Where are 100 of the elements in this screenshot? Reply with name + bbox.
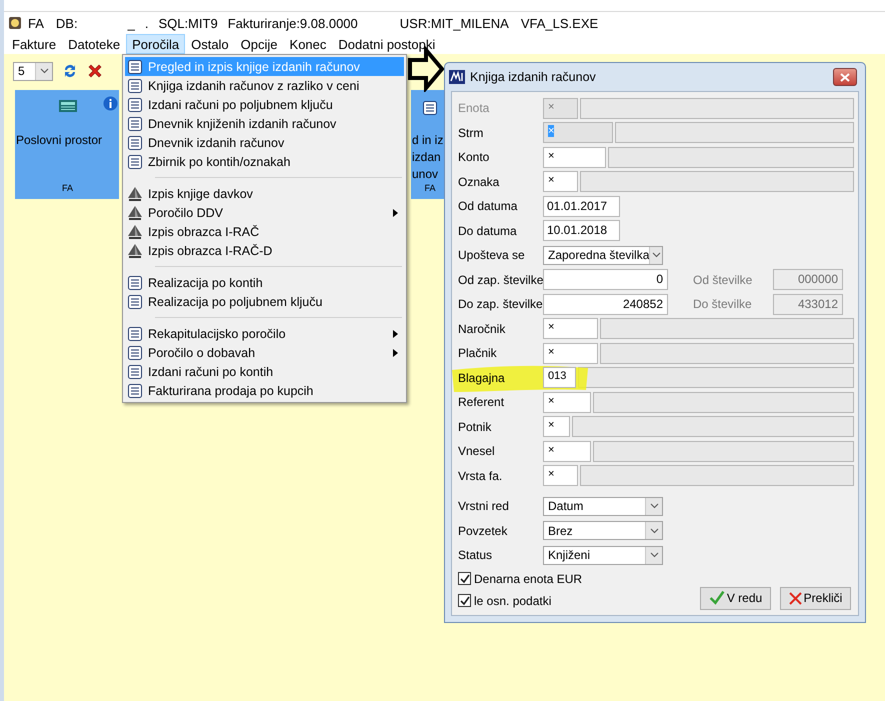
menu-entry[interactable]: Realizacija po poljubnem ključu bbox=[125, 292, 404, 311]
menu-entry[interactable]: Realizacija po kontih bbox=[125, 273, 404, 292]
field-label: Vrstni red bbox=[458, 499, 510, 514]
field-label: Upošteva se bbox=[458, 248, 526, 262]
app-icon bbox=[8, 16, 22, 30]
close-button[interactable] bbox=[833, 68, 857, 86]
calculator-icon bbox=[58, 100, 76, 112]
code-field[interactable]: × bbox=[543, 342, 598, 364]
tile-code: FA bbox=[424, 183, 436, 193]
field-label: Potnik bbox=[458, 420, 492, 434]
pyramid-icon bbox=[127, 204, 143, 220]
code-field[interactable]: × bbox=[543, 416, 570, 438]
code-field[interactable]: × bbox=[543, 146, 606, 168]
readonly-field: 433012 bbox=[773, 294, 843, 315]
menu-entry[interactable]: Izpis obrazca I-RAČ bbox=[125, 222, 404, 241]
list-icon bbox=[127, 58, 143, 74]
list-icon bbox=[127, 154, 143, 170]
number-field[interactable]: 0 bbox=[543, 269, 668, 290]
field-label: Od zap. številke bbox=[458, 272, 543, 287]
menu-entry[interactable]: Knjiga izdanih računov z razliko v ceni bbox=[125, 76, 404, 95]
field-label: Do številke bbox=[693, 297, 753, 312]
menu-entry[interactable]: Fakturirana prodaja po kupcih bbox=[125, 381, 404, 400]
field-label: Plačnik bbox=[458, 346, 498, 360]
menu-entry[interactable]: Izdani računi po kontih bbox=[125, 362, 404, 381]
select-field[interactable]: Datum bbox=[543, 496, 663, 516]
module-tile[interactable]: Poslovni prostor FA bbox=[15, 90, 119, 199]
menu-entry[interactable]: Dnevnik izdanih računov bbox=[125, 133, 404, 152]
title-text: Fakturiranje:9.08.0000 bbox=[228, 16, 358, 30]
list-icon bbox=[127, 78, 143, 94]
close-icon bbox=[840, 72, 850, 82]
field-label: Konto bbox=[458, 150, 490, 164]
menu-entry[interactable]: Izpis knjige davkov bbox=[125, 184, 404, 203]
menu-item[interactable]: Konec bbox=[284, 34, 332, 54]
refresh-icon[interactable] bbox=[63, 63, 77, 79]
menu-item[interactable]: Dodatni postopki bbox=[332, 34, 442, 54]
menu-entry[interactable]: Dnevnik knjiženih izdanih računov bbox=[125, 114, 404, 133]
menu-item[interactable]: Datoteke bbox=[62, 34, 126, 54]
field-label: Referent bbox=[458, 395, 506, 410]
code-field[interactable]: × bbox=[543, 392, 591, 413]
tile-title: d in iz bbox=[412, 132, 444, 149]
tile-code: FA bbox=[62, 183, 73, 193]
menu-item[interactable]: Ostalo bbox=[185, 34, 235, 54]
field-label: Oznaka bbox=[458, 174, 500, 189]
title-text: . bbox=[144, 16, 148, 30]
list-icon bbox=[127, 326, 143, 342]
chevron-icon bbox=[650, 503, 658, 510]
menu-item[interactable]: Poročila bbox=[126, 34, 186, 54]
code-field[interactable]: × bbox=[543, 318, 598, 340]
info-icon bbox=[103, 96, 118, 111]
field-label: Blagajna bbox=[458, 370, 506, 385]
checkbox-label: Denarna enota EUR bbox=[474, 572, 582, 586]
list-icon bbox=[422, 100, 438, 116]
date-field[interactable]: 01.01.2017 bbox=[543, 196, 620, 217]
field-label: Naročnik bbox=[458, 322, 506, 336]
field-label: Vnesel bbox=[458, 444, 496, 458]
field-label: Vrsta fa. bbox=[458, 468, 504, 483]
ok-button[interactable]: V redu bbox=[700, 586, 771, 610]
menu-entry[interactable]: Izdani računi po poljubnem ključu bbox=[125, 95, 404, 114]
select-field[interactable]: Brez bbox=[543, 521, 663, 540]
list-icon bbox=[127, 364, 143, 380]
check-icon bbox=[460, 574, 470, 584]
menu-item[interactable]: Opcije bbox=[234, 34, 284, 54]
title-text: VFA_LS.EXE bbox=[520, 16, 598, 30]
checkbox-label: le osn. podatki bbox=[474, 594, 552, 608]
check-icon bbox=[460, 596, 470, 606]
pyramid-icon bbox=[127, 224, 143, 240]
field-label: Enota bbox=[458, 101, 490, 116]
code-field[interactable]: × bbox=[543, 440, 591, 462]
dialog-title: Knjiga izdanih računov bbox=[470, 70, 597, 84]
title-text: USR:MIT_MILENA bbox=[400, 16, 509, 30]
menu-entry[interactable]: Zbirnik po kontih/oznakah bbox=[125, 152, 404, 171]
title-text: _ bbox=[128, 16, 135, 30]
list-icon bbox=[127, 344, 143, 360]
code-field[interactable]: × bbox=[543, 171, 578, 192]
menu-entry[interactable]: Poročilo o dobavah bbox=[125, 343, 404, 362]
menu-item[interactable]: Fakture bbox=[6, 34, 62, 54]
menu-entry[interactable]: Rekapitulacijsko poročilo bbox=[125, 324, 404, 343]
code-field[interactable]: 013 bbox=[543, 367, 576, 388]
chevron-icon bbox=[652, 252, 661, 258]
delete-icon[interactable] bbox=[87, 63, 103, 79]
menu-entry[interactable]: Izpis obrazca I-RAČ-D bbox=[125, 241, 404, 260]
code-field[interactable]: × bbox=[543, 465, 578, 486]
select-field[interactable]: Zaporedna številka bbox=[543, 246, 663, 265]
cancel-button[interactable]: Prekliči bbox=[780, 586, 851, 610]
title-text: FA bbox=[28, 16, 44, 30]
list-icon bbox=[127, 96, 143, 112]
count-select[interactable]: 5 bbox=[13, 62, 53, 80]
pyramid-icon bbox=[127, 242, 143, 258]
chevron-icon bbox=[650, 528, 658, 534]
checkbox[interactable] bbox=[458, 572, 471, 585]
logo-icon bbox=[449, 70, 465, 84]
date-field[interactable]: 10.01.2018 bbox=[543, 220, 620, 242]
submenu-arrow-icon bbox=[393, 330, 398, 338]
tile-title: unov bbox=[412, 166, 438, 183]
field-label: Od številke bbox=[693, 272, 754, 287]
number-field[interactable]: 240852 bbox=[543, 294, 668, 315]
chevron-icon bbox=[650, 552, 658, 558]
checkbox[interactable] bbox=[458, 594, 471, 607]
menu-entry[interactable]: Poročilo DDV bbox=[125, 203, 404, 222]
select-field[interactable]: Knjiženi bbox=[543, 546, 663, 565]
